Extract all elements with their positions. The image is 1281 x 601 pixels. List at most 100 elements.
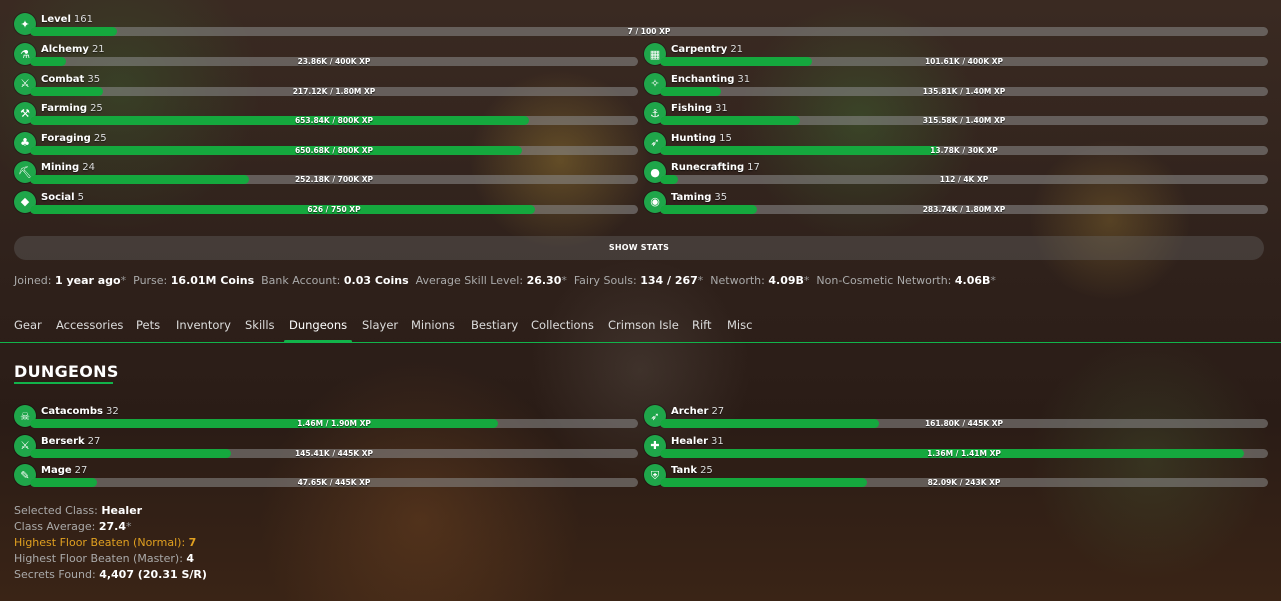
xp-bar: 112 / 4K XP <box>660 175 1268 184</box>
skill-fishing: ⚓ Fishing 31 315.58K / 1.40M XP <box>644 101 1268 125</box>
skill-taming: ◉ Taming 35 283.74K / 1.80M XP <box>644 190 1268 214</box>
section-title: DUNGEONS <box>14 362 119 381</box>
non-cosmetic-networth-value: 4.06B <box>954 274 991 287</box>
skill-name: Enchanting 31 <box>671 73 751 85</box>
skill-level-number: 35 <box>714 191 728 203</box>
skill-name: Taming 35 <box>671 191 728 203</box>
tab-crimson-isle[interactable]: Crimson Isle <box>608 318 679 332</box>
xp-text: 1.36M / 1.41M XP <box>927 448 1001 458</box>
xp-text: 145.41K / 445K XP <box>294 448 374 458</box>
show-stats-button[interactable]: SHOW STATS <box>14 236 1264 260</box>
skill-farming: ⚒ Farming 25 653.84K / 800K XP <box>14 101 638 125</box>
skill-name: Tank 25 <box>671 465 713 476</box>
skill-catacombs: ☠ Catacombs 32 1.46M / 1.90M XP <box>14 404 638 428</box>
xp-text: 101.61K / 400K XP <box>924 57 1004 66</box>
purse-value: 16.01M Coins <box>170 274 255 287</box>
xp-bar: 315.58K / 1.40M XP <box>660 116 1268 125</box>
tab-inventory[interactable]: Inventory <box>176 318 231 332</box>
skill-berserk: ⚔ Berserk 27 145.41K / 445K XP <box>14 434 638 458</box>
dungeon-stats: Selected Class: Healer Class Average: 27… <box>14 503 207 583</box>
tab-skills[interactable]: Skills <box>245 318 275 332</box>
xp-bar: 1.46M / 1.90M XP <box>30 419 638 428</box>
xp-text: 112 / 4K XP <box>939 175 989 184</box>
skill-foraging: ♣ Foraging 25 650.68K / 800K XP <box>14 131 638 155</box>
skill-level-number: 25 <box>93 132 107 144</box>
xp-text: 283.74K / 1.80M XP <box>922 204 1006 214</box>
skill-name: Fishing 31 <box>671 103 728 114</box>
skill-carpentry: ▦ Carpentry 21 101.61K / 400K XP <box>644 42 1268 66</box>
tab-collections[interactable]: Collections <box>531 318 594 332</box>
class-average: Class Average: 27.4* <box>14 520 132 533</box>
fairy-souls-value: 134 / 267 <box>640 274 698 287</box>
skill-name: Alchemy 21 <box>41 44 105 55</box>
tab-minions[interactable]: Minions <box>411 318 455 332</box>
xp-text: 315.58K / 1.40M XP <box>922 116 1006 125</box>
tab-accessories[interactable]: Accessories <box>56 318 123 332</box>
skill-level-number: 161 <box>73 14 93 25</box>
tab-dungeons[interactable]: Dungeons <box>289 318 347 332</box>
xp-text: 650.68K / 800K XP <box>294 145 374 155</box>
xp-text: 626 / 750 XP <box>307 204 361 214</box>
tab-bestiary[interactable]: Bestiary <box>471 318 518 332</box>
skill-level-number: 35 <box>87 73 101 85</box>
xp-text: 135.81K / 1.40M XP <box>922 86 1006 96</box>
skill-level-number: 31 <box>711 435 724 447</box>
tab-rift[interactable]: Rift <box>692 318 712 332</box>
skill-hunting: ➶ Hunting 15 13.78K / 30K XP <box>644 131 1268 155</box>
skill-level: ✦ Level 161 7 / 100 XP <box>14 12 1268 36</box>
xp-text: 47.65K / 445K XP <box>297 478 371 487</box>
skill-level-number: 31 <box>715 103 728 114</box>
skill-level-number: 17 <box>747 162 760 173</box>
xp-bar: 82.09K / 243K XP <box>660 478 1268 487</box>
skill-level-number: 31 <box>737 73 751 85</box>
skill-name: Carpentry 21 <box>671 44 744 55</box>
avg-skill-value: 26.30 <box>526 274 562 287</box>
skill-alchemy: ⚗ Alchemy 21 23.86K / 400K XP <box>14 42 638 66</box>
skill-level-number: 21 <box>91 44 105 55</box>
skill-tank: ⛨ Tank 25 82.09K / 243K XP <box>644 463 1268 487</box>
xp-bar: 135.81K / 1.40M XP <box>660 86 1268 96</box>
tab-divider <box>0 342 1281 343</box>
xp-text: 7 / 100 XP <box>627 27 671 36</box>
skill-name: Hunting 15 <box>671 132 732 144</box>
skill-name: Catacombs 32 <box>41 406 119 417</box>
skill-level-number: 32 <box>105 406 119 417</box>
skill-name: Archer 27 <box>671 406 725 417</box>
xp-text: 82.09K / 243K XP <box>927 478 1001 487</box>
skill-name: Runecrafting 17 <box>671 162 760 173</box>
xp-text: 217.12K / 1.80M XP <box>292 86 376 96</box>
skill-name: Foraging 25 <box>41 132 107 144</box>
skill-name: Social 5 <box>41 191 84 203</box>
skill-archer: ➶ Archer 27 161.80K / 445K XP <box>644 404 1268 428</box>
skill-name: Farming 25 <box>41 103 103 114</box>
xp-text: 252.18K / 700K XP <box>294 175 374 184</box>
xp-bar: 161.80K / 445K XP <box>660 419 1268 428</box>
xp-bar: 1.36M / 1.41M XP <box>660 448 1268 458</box>
skill-mining: ⛏ Mining 24 252.18K / 700K XP <box>14 160 638 184</box>
skill-name: Mage 27 <box>41 465 88 476</box>
xp-text: 23.86K / 400K XP <box>297 57 371 66</box>
xp-bar: 145.41K / 445K XP <box>30 448 638 458</box>
skill-enchanting: ✧ Enchanting 31 135.81K / 1.40M XP <box>644 72 1268 96</box>
profile-info: Joined: 1 year ago* Purse: 16.01M Coins … <box>14 274 996 287</box>
skill-level-number: 25 <box>90 103 103 114</box>
skill-name: Combat 35 <box>41 73 101 85</box>
networth-value: 4.09B <box>768 274 804 287</box>
tab-slayer[interactable]: Slayer <box>362 318 398 332</box>
highest-floor-master: Highest Floor Beaten (Master): 4 <box>14 552 195 565</box>
tab-pets[interactable]: Pets <box>136 318 160 332</box>
skill-level-number: 27 <box>711 406 725 417</box>
skill-name: Level 161 <box>41 14 93 25</box>
xp-bar: 101.61K / 400K XP <box>660 57 1268 66</box>
xp-bar: 47.65K / 445K XP <box>30 478 638 487</box>
skill-level-number: 24 <box>82 162 95 173</box>
skill-runecrafting: ● Runecrafting 17 112 / 4K XP <box>644 160 1268 184</box>
tab-gear[interactable]: Gear <box>14 318 42 332</box>
tab-misc[interactable]: Misc <box>727 318 752 332</box>
xp-text: 13.78K / 30K XP <box>930 145 998 155</box>
highest-floor-normal: Highest Floor Beaten (Normal): 7 <box>14 536 197 549</box>
skill-level-number: 27 <box>74 465 88 476</box>
skill-name: Mining 24 <box>41 162 95 173</box>
xp-bar: 217.12K / 1.80M XP <box>30 86 638 96</box>
skill-mage: ✎ Mage 27 47.65K / 445K XP <box>14 463 638 487</box>
